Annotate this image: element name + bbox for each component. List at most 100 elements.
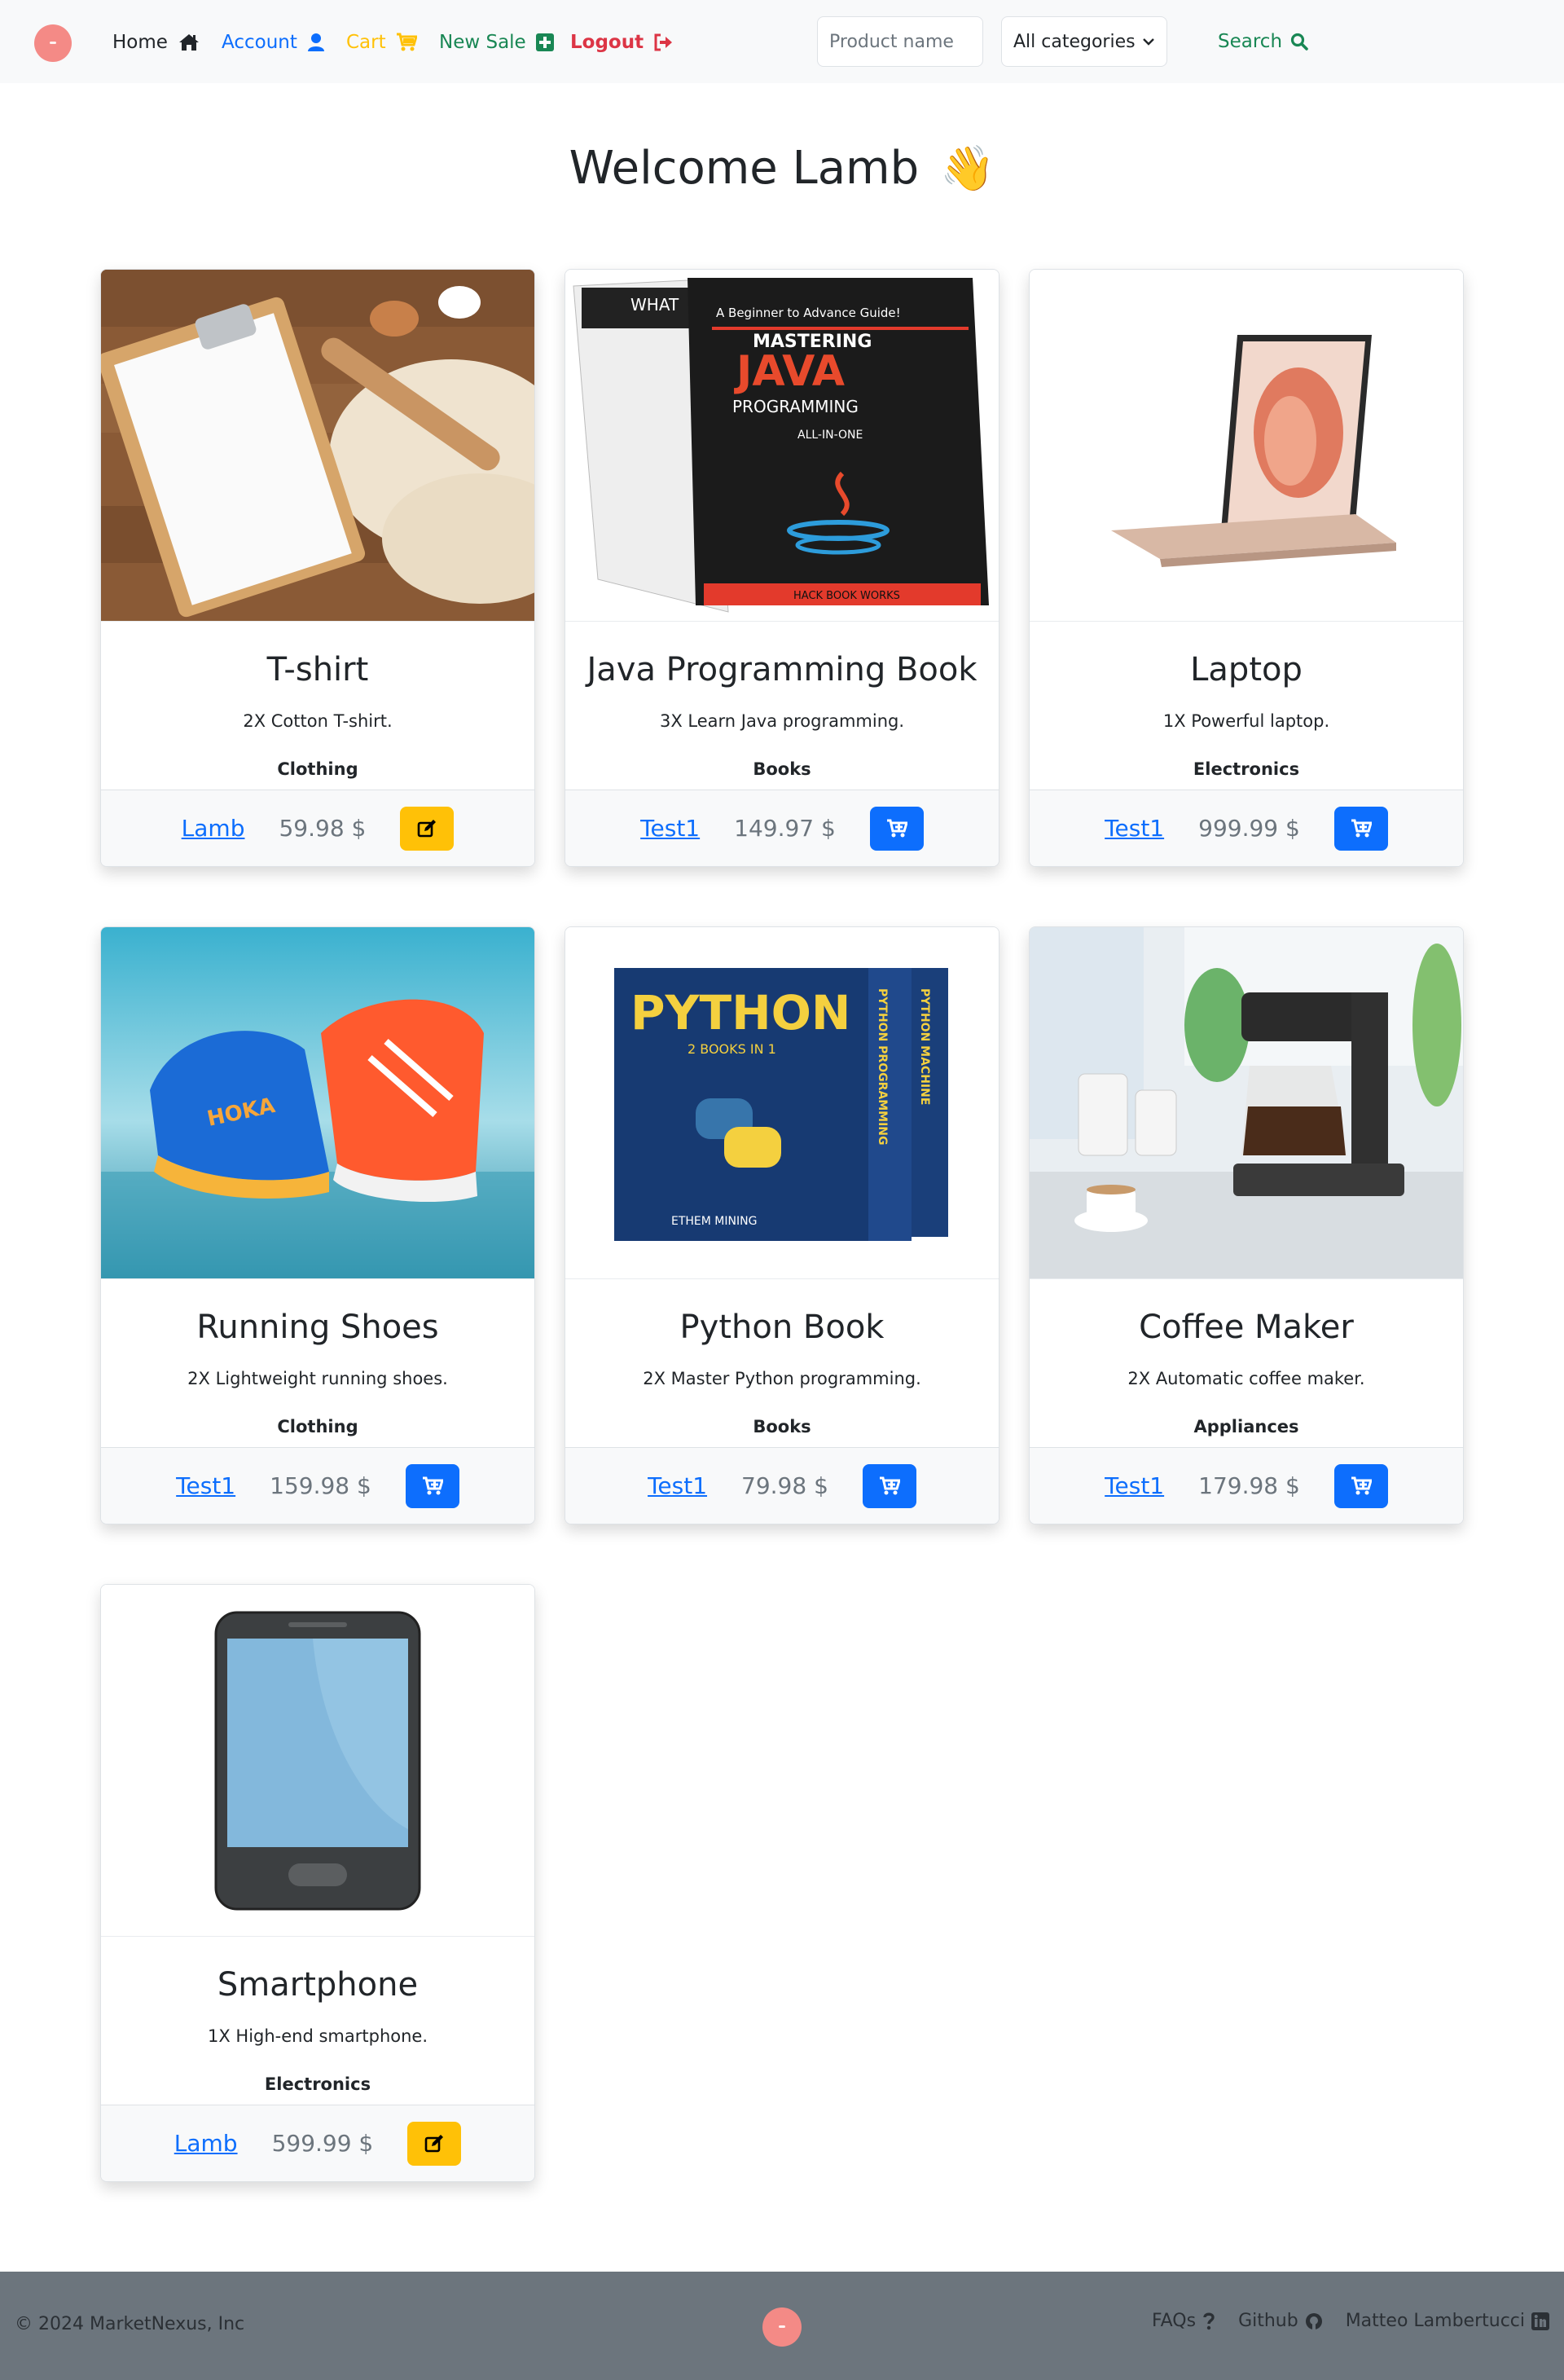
- chevron-down-icon: [1142, 38, 1154, 46]
- seller-link[interactable]: Test1: [648, 1472, 707, 1499]
- linkedin-icon: [1531, 2312, 1549, 2330]
- product-description: 3X Learn Java programming.: [659, 711, 905, 731]
- product-category: Appliances: [1193, 1417, 1299, 1436]
- question-icon: [1203, 2312, 1215, 2329]
- copyright-text: © 2024 MarketNexus, Inc: [15, 2314, 245, 2334]
- product-image: WHAT A Beginner to Advance Guide! MASTER…: [565, 270, 999, 622]
- add-to-cart-button[interactable]: [869, 806, 924, 851]
- product-price: 999.99 $: [1198, 815, 1300, 842]
- brand-logo[interactable]: [34, 24, 72, 62]
- product-card-tshirt: T-shirt 2X Cotton T-shirt. Clothing Lamb…: [100, 269, 535, 867]
- github-link[interactable]: Github: [1238, 2311, 1323, 2331]
- cart-icon: [396, 33, 417, 51]
- card-footer: Test1 159.98 $: [101, 1447, 534, 1524]
- product-category: Books: [753, 1417, 811, 1436]
- nav-logout-label: Logout: [570, 32, 644, 53]
- add-to-cart-button[interactable]: [862, 1463, 916, 1508]
- product-title: Running Shoes: [196, 1309, 439, 1346]
- welcome-text: Welcome Lamb: [569, 142, 920, 195]
- product-image: [101, 1585, 534, 1937]
- home-icon: [178, 34, 199, 51]
- footer-logo[interactable]: [762, 2307, 802, 2347]
- product-search-input[interactable]: [817, 16, 983, 67]
- seller-link[interactable]: Test1: [1105, 1472, 1164, 1499]
- product-description: 2X Lightweight running shoes.: [187, 1369, 448, 1388]
- product-category: Electronics: [1193, 759, 1300, 779]
- product-price: 599.99 $: [271, 2130, 374, 2157]
- product-category: Clothing: [277, 759, 358, 779]
- author-link[interactable]: Matteo Lambertucci: [1346, 2311, 1549, 2331]
- nav-logout-link[interactable]: Logout: [570, 28, 674, 57]
- cart-plus-icon: [422, 1476, 443, 1494]
- java-book-title-line4-text: ALL-IN-ONE: [797, 429, 863, 442]
- product-card-smartphone: Smartphone 1X High-end smartphone. Elect…: [100, 1584, 535, 2182]
- seller-link[interactable]: Test1: [176, 1472, 235, 1499]
- card-footer: Test1 79.98 $: [565, 1447, 999, 1524]
- seller-link[interactable]: Lamb: [182, 815, 245, 842]
- python-book-author-text: ETHEM MINING: [671, 1215, 757, 1228]
- add-to-cart-button[interactable]: [405, 1463, 459, 1508]
- nav-account-link[interactable]: Account: [222, 28, 325, 57]
- seller-link[interactable]: Lamb: [174, 2130, 238, 2157]
- author-label: Matteo Lambertucci: [1345, 2311, 1525, 2331]
- seller-link[interactable]: Test1: [640, 815, 700, 842]
- nav-account-label: Account: [222, 32, 297, 53]
- card-footer: Test1 149.97 $: [565, 790, 999, 866]
- edit-icon: [424, 2134, 444, 2152]
- java-book-publisher-text: HACK BOOK WORKS: [793, 590, 900, 602]
- add-to-cart-button[interactable]: [1333, 1463, 1388, 1508]
- product-category: Clothing: [277, 1417, 358, 1436]
- python-book-subtitle-text: 2 BOOKS IN 1: [688, 1041, 776, 1057]
- product-image: [1030, 270, 1463, 622]
- product-price: 149.97 $: [734, 815, 836, 842]
- nav-home-link[interactable]: Home: [112, 28, 200, 57]
- plus-square-icon: [535, 33, 554, 51]
- card-footer: Test1 179.98 $: [1030, 1447, 1463, 1524]
- product-card-running-shoes: HOKA Running Shoes 2X Lightweight runnin…: [100, 926, 535, 1524]
- nav-cart-label: Cart: [346, 32, 386, 53]
- python-book-spine-text-1: PYTHON PROGRAMMING: [876, 988, 889, 1146]
- product-description: 1X High-end smartphone.: [207, 2026, 428, 2046]
- edit-icon: [418, 819, 437, 837]
- product-description: 2X Cotton T-shirt.: [243, 711, 393, 731]
- add-to-cart-button[interactable]: [1333, 806, 1388, 851]
- github-label: Github: [1238, 2311, 1298, 2331]
- card-footer: Lamb 599.99 $: [101, 2105, 534, 2181]
- welcome-heading: Welcome Lamb 👋: [0, 142, 1564, 195]
- product-price: 179.98 $: [1198, 1472, 1300, 1499]
- waving-hand-icon: 👋: [940, 142, 995, 194]
- footer-links: FAQs Github Matteo Lambertucci: [1152, 2311, 1549, 2331]
- edit-button[interactable]: [407, 2121, 462, 2166]
- card-footer: Test1 999.99 $: [1030, 790, 1463, 866]
- product-image: PYTHON PROGRAMMING PYTHON MACHINE PYTHON…: [565, 927, 999, 1279]
- product-title: Laptop: [1190, 651, 1303, 688]
- product-price: 159.98 $: [270, 1472, 371, 1499]
- product-card-laptop: Laptop 1X Powerful laptop. Electronics T…: [1029, 269, 1464, 867]
- nav-cart-link[interactable]: Cart: [346, 28, 417, 57]
- cart-plus-icon: [1351, 1476, 1372, 1494]
- nav-new-sale-link[interactable]: New Sale: [439, 28, 554, 57]
- product-title: Python Book: [679, 1309, 885, 1346]
- python-book-cover-title: PYTHON: [630, 985, 850, 1040]
- seller-link[interactable]: Test1: [1105, 815, 1164, 842]
- card-footer: Lamb 59.98 $: [101, 790, 534, 866]
- nav-home-label: Home: [112, 32, 168, 53]
- search-icon: [1290, 33, 1308, 51]
- java-book-tagline-text: A Beginner to Advance Guide!: [716, 306, 901, 320]
- user-icon: [307, 33, 324, 51]
- product-image: HOKA: [101, 927, 534, 1279]
- search-button[interactable]: Search: [1218, 23, 1308, 60]
- product-card-coffee-maker: Coffee Maker 2X Automatic coffee maker. …: [1029, 926, 1464, 1524]
- category-select-value: All categories: [1013, 31, 1136, 52]
- cart-plus-icon: [879, 1476, 900, 1494]
- java-book-title-line2-text: JAVA: [734, 347, 845, 396]
- product-price: 59.98 $: [279, 815, 367, 842]
- product-image: [101, 270, 534, 622]
- category-select[interactable]: All categories: [1001, 16, 1167, 67]
- faqs-link[interactable]: FAQs: [1152, 2311, 1215, 2331]
- search-button-label: Search: [1218, 31, 1283, 52]
- product-card-java-book: WHAT A Beginner to Advance Guide! MASTER…: [565, 269, 999, 867]
- edit-button[interactable]: [400, 806, 455, 851]
- product-title: T-shirt: [266, 651, 369, 688]
- product-title: Coffee Maker: [1139, 1309, 1354, 1346]
